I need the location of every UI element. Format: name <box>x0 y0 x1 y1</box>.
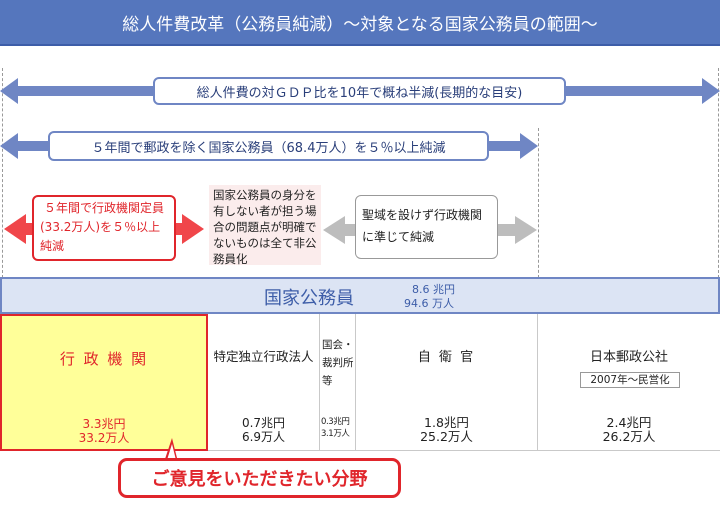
title-bar: 総人件費改革（公務員純減）〜対象となる国家公務員の範囲〜 <box>0 0 720 46</box>
five-year-label: ５年間で郵政を除く国家公務員（68.4万人）を５％以上純減 <box>48 131 489 161</box>
category-nihon-yusei: 日本郵政公社 2007年〜民営化 2.4兆円 26.2万人 <box>538 314 720 451</box>
kokka-people: 94.6 万人 <box>404 297 454 310</box>
gdp-label: 総人件費の対ＧＤＰ比を10年で概ね半減(長期的な目安) <box>153 77 566 105</box>
category-kokkai-saibansho: 国会・裁判所等 0.3兆円 3.1万人 <box>320 314 356 451</box>
feedback-callout: ご意見をいただきたい分野 <box>118 458 401 498</box>
non-civil-servant-note: 国家公務員の身分を有しない者が担う場合の問題点が明確でないものは全て非公務員化 <box>209 185 321 266</box>
kokka-koumuin-band: 国家公務員 8.6 兆円 94.6 万人 <box>0 277 720 314</box>
category-gyosei-kikan: 行 政 機 関 3.3兆円 33.2万人 <box>0 314 208 451</box>
gyosei-reduction-label: ５年間で行政機関定員 (33.2万人)を５％以上 純減 <box>32 195 176 261</box>
privatization-note: 2007年〜民営化 <box>580 372 680 388</box>
category-jieikan: 自 衛 官 1.8兆円 25.2万人 <box>356 314 538 451</box>
page-title: 総人件費改革（公務員純減）〜対象となる国家公務員の範囲〜 <box>122 14 598 35</box>
category-tokutei-dokuritsu: 特定独立行政法人 0.7兆円 6.9万人 <box>208 314 320 451</box>
seiiki-label: 聖域を設けず行政機関 に準じて純減 <box>355 195 498 259</box>
kokka-label: 国家公務員 <box>264 288 354 309</box>
